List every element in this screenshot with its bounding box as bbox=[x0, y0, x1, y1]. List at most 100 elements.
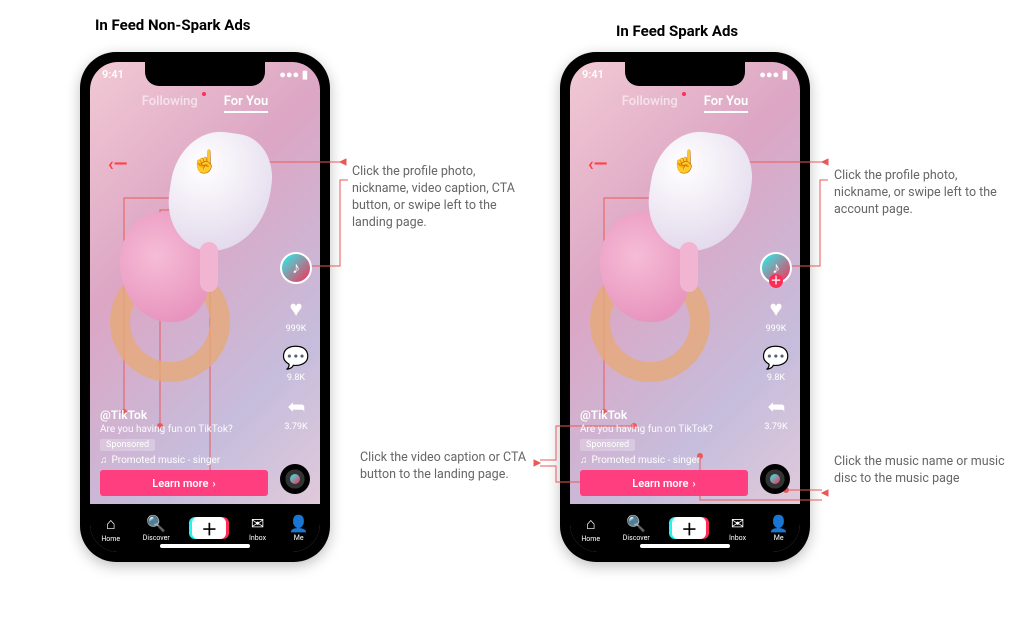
annotation-left-top: Click the profile photo, nickname, video… bbox=[352, 164, 532, 232]
nav-inbox-label: Inbox bbox=[249, 534, 266, 542]
music-text: Promoted music - singer bbox=[112, 455, 221, 466]
nav-inbox[interactable]: ✉Inbox bbox=[729, 514, 746, 542]
swipe-hand-icon: ☝ bbox=[191, 150, 218, 175]
music-note-icon: ♫ bbox=[100, 455, 108, 466]
comment-count: 9.8K bbox=[767, 373, 785, 383]
share-icon: ➦ bbox=[287, 395, 305, 420]
cta-arrow-icon: › bbox=[212, 477, 215, 490]
engagement-rail: ♪ ♥ 999K 💬 9.8K ➦ 3.79K bbox=[280, 252, 312, 432]
live-dot-icon bbox=[682, 92, 686, 96]
heart-icon: ♥ bbox=[769, 296, 782, 322]
music-row[interactable]: ♫ Promoted music - singer bbox=[100, 455, 260, 466]
nav-create[interactable]: ＋ bbox=[672, 517, 706, 539]
follow-plus-icon[interactable]: ＋ bbox=[769, 274, 783, 288]
phone-notch bbox=[145, 62, 265, 86]
home-indicator bbox=[640, 544, 730, 548]
nav-me-label: Me bbox=[294, 534, 304, 542]
nav-discover[interactable]: 🔍Discover bbox=[623, 514, 650, 542]
caption[interactable]: Are you having fun on TikTok? bbox=[580, 424, 740, 435]
comment-stack[interactable]: 💬 9.8K bbox=[762, 346, 789, 383]
share-count: 3.79K bbox=[764, 422, 787, 432]
nav-home-label: Home bbox=[101, 535, 120, 543]
feed-tabs: Following For You bbox=[570, 94, 800, 113]
for-you-tab[interactable]: For You bbox=[704, 94, 748, 113]
nav-inbox[interactable]: ✉Inbox bbox=[249, 514, 266, 542]
nav-home[interactable]: ⌂Home bbox=[101, 514, 120, 543]
caption[interactable]: Are you having fun on TikTok? bbox=[100, 424, 260, 435]
like-count: 999K bbox=[286, 324, 307, 334]
share-count: 3.79K bbox=[284, 422, 307, 432]
title-spark: In Feed Spark Ads bbox=[616, 22, 738, 40]
status-icons: ●●● ▮ bbox=[759, 68, 788, 81]
nav-inbox-label: Inbox bbox=[729, 534, 746, 542]
annotation-right-bottom-right: Click the music name or music disc to th… bbox=[834, 454, 1014, 488]
nav-me[interactable]: 👤Me bbox=[769, 514, 789, 542]
like-count: 999K bbox=[766, 324, 787, 334]
video-info: @TikTok Are you having fun on TikTok? Sp… bbox=[100, 408, 260, 466]
cta-label: Learn more bbox=[632, 477, 688, 490]
share-stack[interactable]: ➦ 3.79K bbox=[764, 395, 787, 432]
inbox-icon: ✉ bbox=[251, 514, 264, 533]
home-indicator bbox=[160, 544, 250, 548]
music-disc[interactable] bbox=[280, 464, 310, 494]
status-icons: ●●● ▮ bbox=[279, 68, 308, 81]
swipe-arrow-left-icon: ‹― bbox=[108, 154, 127, 175]
phone-screen: 9:41 ●●● ▮ Following For You ‹― ☝ ♪ ＋ ♥ … bbox=[570, 62, 800, 552]
like-stack[interactable]: ♥ 999K bbox=[766, 296, 787, 334]
following-tab[interactable]: Following bbox=[142, 94, 198, 113]
feed-tabs: Following For You bbox=[90, 94, 320, 113]
cta-label: Learn more bbox=[152, 477, 208, 490]
share-stack[interactable]: ➦ 3.79K bbox=[284, 395, 307, 432]
search-icon: 🔍 bbox=[146, 514, 166, 533]
nav-discover[interactable]: 🔍Discover bbox=[143, 514, 170, 542]
comment-stack[interactable]: 💬 9.8K bbox=[282, 346, 309, 383]
annotation-right-bottom-left: Click the video caption or CTA button to… bbox=[360, 450, 530, 484]
person-icon: 👤 bbox=[289, 514, 309, 533]
profile-avatar[interactable]: ♪ ＋ bbox=[760, 252, 792, 284]
swipe-arrow-left-icon: ‹― bbox=[588, 154, 607, 175]
phone-screen: 9:41 ●●● ▮ Following For You ‹― ☝ ♪ ♥ 99… bbox=[90, 62, 320, 552]
search-icon: 🔍 bbox=[626, 514, 646, 533]
share-icon: ➦ bbox=[767, 395, 785, 420]
title-non-spark: In Feed Non-Spark Ads bbox=[95, 16, 251, 34]
phone-notch bbox=[625, 62, 745, 86]
music-row[interactable]: ♫ Promoted music - singer bbox=[580, 455, 740, 466]
music-text: Promoted music - singer bbox=[592, 455, 701, 466]
comment-count: 9.8K bbox=[287, 373, 305, 383]
inbox-icon: ✉ bbox=[731, 514, 744, 533]
music-disc[interactable] bbox=[760, 464, 790, 494]
nav-me[interactable]: 👤Me bbox=[289, 514, 309, 542]
swipe-hand-icon: ☝ bbox=[671, 150, 698, 175]
status-time: 9:41 bbox=[582, 68, 604, 81]
person-icon: 👤 bbox=[769, 514, 789, 533]
nickname[interactable]: @TikTok bbox=[580, 408, 740, 422]
cta-arrow-icon: › bbox=[692, 477, 695, 490]
cta-button[interactable]: Learn more › bbox=[580, 470, 748, 496]
phone-non-spark: 9:41 ●●● ▮ Following For You ‹― ☝ ♪ ♥ 99… bbox=[80, 52, 330, 562]
sponsored-badge: Sponsored bbox=[100, 439, 155, 451]
video-info: @TikTok Are you having fun on TikTok? Sp… bbox=[580, 408, 740, 466]
nav-me-label: Me bbox=[774, 534, 784, 542]
live-dot-icon bbox=[202, 92, 206, 96]
heart-icon: ♥ bbox=[289, 296, 302, 322]
home-icon: ⌂ bbox=[586, 514, 596, 534]
nav-discover-label: Discover bbox=[623, 534, 650, 542]
cta-button[interactable]: Learn more › bbox=[100, 470, 268, 496]
nav-home-label: Home bbox=[581, 535, 600, 543]
phone-spark: 9:41 ●●● ▮ Following For You ‹― ☝ ♪ ＋ ♥ … bbox=[560, 52, 810, 562]
home-icon: ⌂ bbox=[106, 514, 116, 534]
engagement-rail: ♪ ＋ ♥ 999K 💬 9.8K ➦ 3.79K bbox=[760, 252, 792, 432]
profile-avatar[interactable]: ♪ bbox=[280, 252, 312, 284]
status-time: 9:41 bbox=[102, 68, 124, 81]
comment-icon: 💬 bbox=[762, 346, 789, 371]
like-stack[interactable]: ♥ 999K bbox=[286, 296, 307, 334]
following-tab[interactable]: Following bbox=[622, 94, 678, 113]
comment-icon: 💬 bbox=[282, 346, 309, 371]
nav-discover-label: Discover bbox=[143, 534, 170, 542]
annotation-right-top: Click the profile photo, nickname, or sw… bbox=[834, 168, 1014, 219]
nav-create[interactable]: ＋ bbox=[192, 517, 226, 539]
sponsored-badge: Sponsored bbox=[580, 439, 635, 451]
for-you-tab[interactable]: For You bbox=[224, 94, 268, 113]
nickname[interactable]: @TikTok bbox=[100, 408, 260, 422]
nav-home[interactable]: ⌂Home bbox=[581, 514, 600, 543]
